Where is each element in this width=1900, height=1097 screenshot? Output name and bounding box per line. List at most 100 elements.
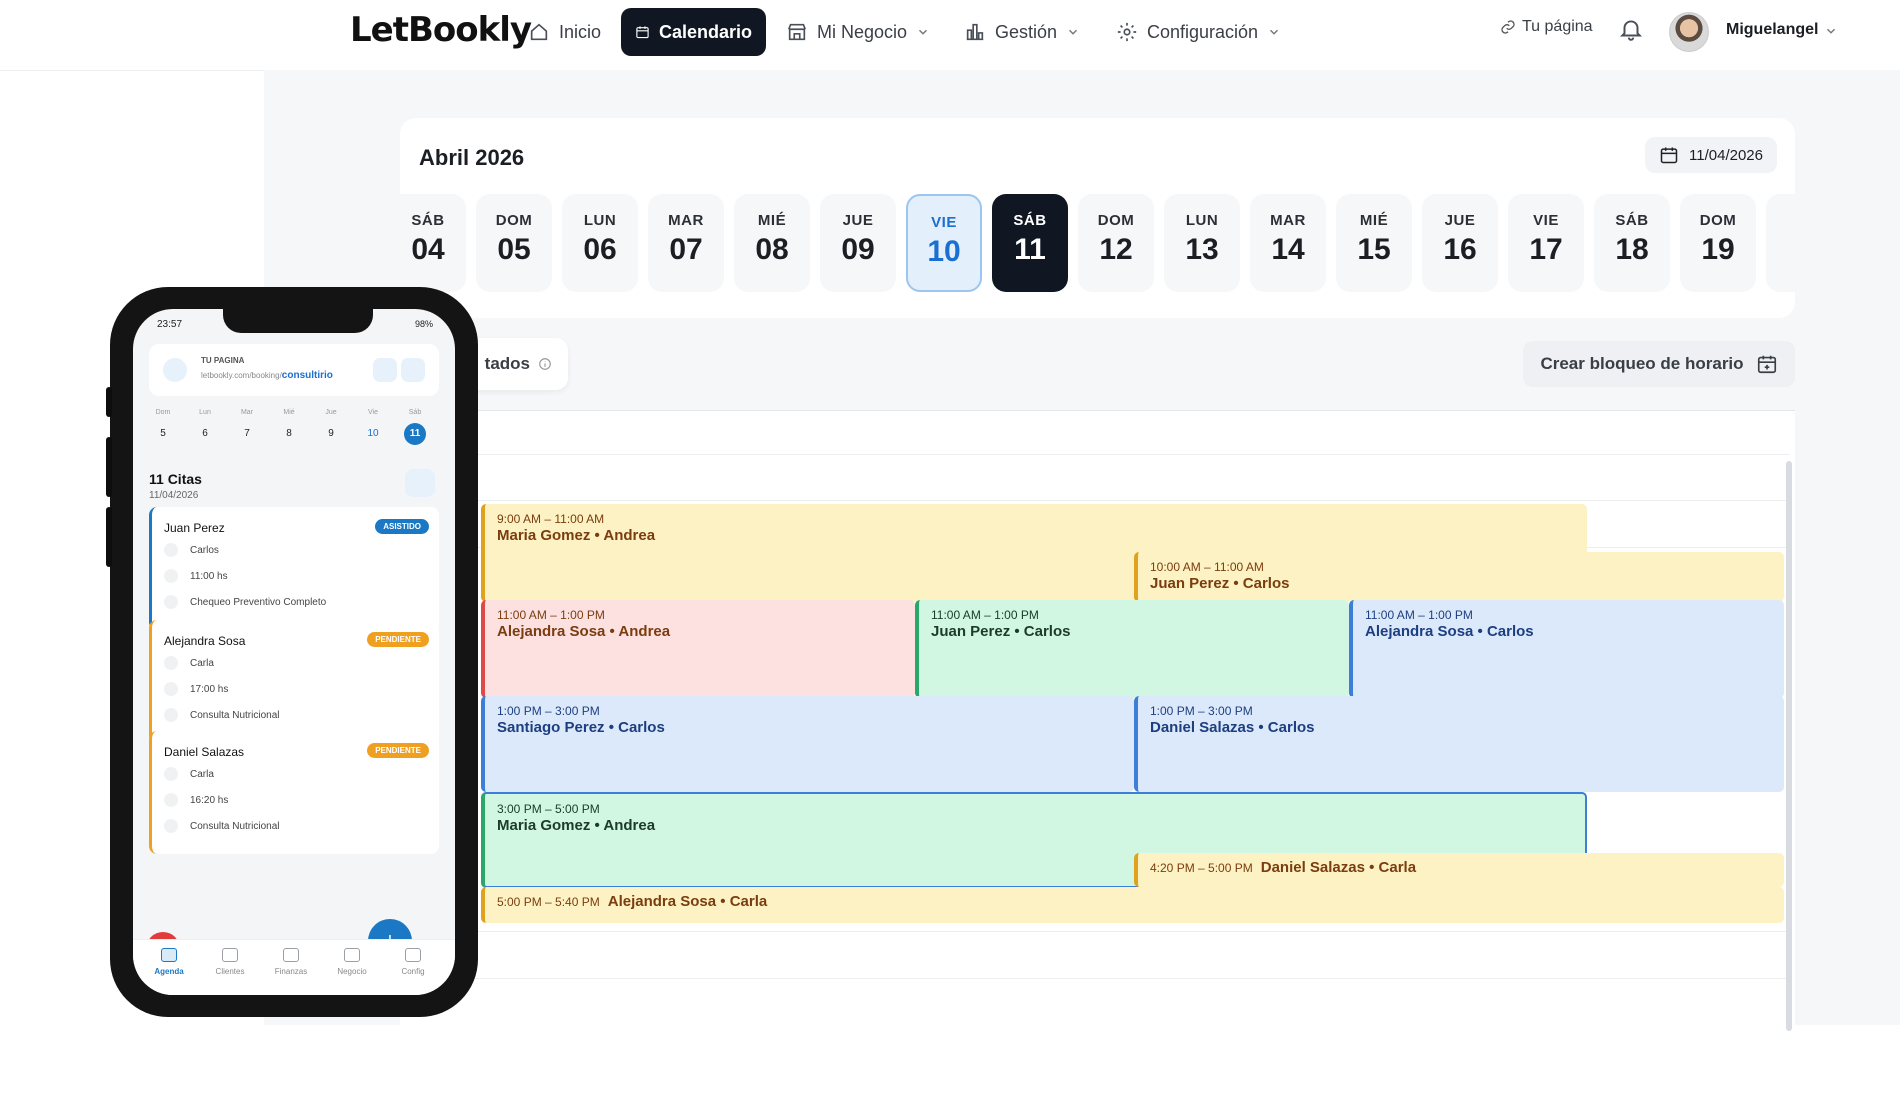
tab-finanzas[interactable]: Finanzas [261,948,321,976]
day-number: 06 [583,233,617,266]
event-time: 1:00 PM – 3:00 PM [1150,704,1253,718]
nav-gestion[interactable]: Gestión [950,8,1094,56]
selected-date: 11/04/2026 [1689,146,1763,164]
event-time: 11:00 AM – 1:00 PM [497,608,605,622]
nav-mi-negocio[interactable]: Mi Negocio [772,8,944,56]
phone-day-number: 5 [160,428,166,439]
tab-label: Finanzas [274,967,308,976]
person-icon [164,543,178,557]
phone-day-10[interactable]: Vie 10 [353,409,393,445]
chevron-down-icon [1270,29,1279,35]
phone-notch [223,309,373,333]
event-title: Maria Gomez • Andrea [497,527,656,544]
top-navigation: LetBookly Inicio Calendario Mi Negocio G… [0,0,1900,71]
day-name: LUN [583,212,617,229]
day-name: MIÉ [1359,212,1389,229]
bell-icon[interactable] [1618,16,1644,42]
status-badge: PENDIENTE [367,632,429,647]
phone-day-6[interactable]: Lun 6 [185,409,225,445]
scissors-icon [164,708,178,722]
citas-date: 11/04/2026 [149,490,199,501]
nav-calendario[interactable]: Calendario [621,8,766,56]
share-icon[interactable] [401,358,425,382]
date-picker-button[interactable]: 11/04/2026 [1645,137,1777,173]
tab-config[interactable]: Config [383,948,443,976]
tu-pagina-card[interactable]: TU PAGINA letbookly.com/booking/consulti… [149,344,439,396]
chevron-down-icon[interactable] [1824,24,1838,38]
crear-bloqueo-label: Crear bloqueo de horario [1540,354,1744,373]
day-number: 17 [1529,233,1563,266]
event-title: Daniel Salazas • Carlos [1150,719,1315,736]
filter-icon[interactable] [405,469,435,497]
calendar-event[interactable]: 10:00 AM – 11:00 AM Juan Perez • Carlos [1134,552,1784,602]
user-name[interactable]: Miguelangel [1726,21,1818,39]
phone-day-11[interactable]: Sáb 11 [395,409,435,445]
filter-label: tados [484,354,530,373]
time-row: 16:20 hs [164,793,228,807]
day-cell-12[interactable]: DOM 12 [1078,194,1154,292]
appointment-card[interactable]: Alejandra Sosa PENDIENTE Carla 17:00 hs … [149,620,439,743]
calendar-icon [1660,147,1678,164]
phone-day-number: 7 [244,428,250,439]
day-cell-05[interactable]: DOM 05 [476,194,552,292]
tab-negocio[interactable]: Negocio [322,948,382,976]
clock-icon [164,569,178,583]
phone-day-8[interactable]: Mié 8 [269,409,309,445]
day-cell-17[interactable]: VIE 17 [1508,194,1584,292]
day-cell-2[interactable]: L 2 [1766,194,1795,292]
phone-day-9[interactable]: Jue 9 [311,409,351,445]
day-cell-19[interactable]: DOM 19 [1680,194,1756,292]
day-cell-06[interactable]: LUN 06 [562,194,638,292]
scrollbar[interactable] [1786,461,1792,1031]
day-number: 15 [1357,233,1391,266]
calendar-event[interactable]: 5:00 PM – 5:40 PM Alejandra Sosa • Carla [481,887,1784,923]
calendar-icon [636,26,649,39]
calendar-event[interactable]: 11:00 AM – 1:00 PM Alejandra Sosa • Carl… [1349,600,1784,698]
day-cell-14[interactable]: MAR 14 [1250,194,1326,292]
tu-pagina-label: Tu página [1522,18,1593,35]
copy-icon[interactable] [373,358,397,382]
day-cell-18[interactable]: SÁB 18 [1594,194,1670,292]
phone-day-number: 9 [328,428,334,439]
day-cell-15[interactable]: MIÉ 15 [1336,194,1412,292]
day-cell-07[interactable]: MAR 07 [648,194,724,292]
day-name: SÁB [1013,212,1047,229]
day-cell-11[interactable]: SÁB 11 [992,194,1068,292]
day-cell-04[interactable]: SÁB 04 [400,194,466,292]
calendar-event[interactable]: 11:00 AM – 1:00 PM Juan Perez • Carlos [915,600,1349,698]
tu-pagina-link[interactable]: Tu página [1500,18,1593,36]
clock-icon [164,682,178,696]
day-name: MAR [1270,212,1306,229]
crear-bloqueo-button[interactable]: Crear bloqueo de horario [1523,341,1795,387]
appointment-card[interactable]: Juan Perez ASISTIDO Carlos 11:00 hs Cheq… [149,507,439,630]
avatar[interactable] [1669,12,1709,52]
tab-agenda[interactable]: Agenda [139,948,199,976]
person-icon [164,767,178,781]
day-cell-13[interactable]: LUN 13 [1164,194,1240,292]
calendar-event[interactable]: 1:00 PM – 3:00 PM Santiago Perez • Carlo… [481,696,1134,792]
calendar-event[interactable]: 11:00 AM – 1:00 PM Alejandra Sosa • Andr… [481,600,915,698]
nav-gestion-label: Gestión [995,21,1058,42]
nav-inicio[interactable]: Inicio [514,8,615,56]
day-cell-08[interactable]: MIÉ 08 [734,194,810,292]
day-cell-10[interactable]: VIE 10 [906,194,982,292]
day-name: DOM [1097,212,1135,229]
calendar-event[interactable]: 1:00 PM – 3:00 PM Daniel Salazas • Carlo… [1134,696,1784,792]
brand-logo[interactable]: LetBookly [350,10,532,50]
tab-clientes[interactable]: Clientes [200,948,260,976]
nav-configuracion[interactable]: Configuración [1102,8,1295,56]
phone-day-5[interactable]: Dom 5 [143,409,183,445]
event-title: Daniel Salazas • Carla [1260,859,1417,876]
hour-line [400,931,1790,932]
booking-url[interactable]: letbookly.com/booking/consultirio [201,370,333,381]
phone-day-7[interactable]: Mar 7 [227,409,267,445]
phone-mockup: 23:57 98% TU PAGINA letbookly.com/bookin… [106,287,478,1017]
day-cell-09[interactable]: JUE 09 [820,194,896,292]
day-cell-16[interactable]: JUE 16 [1422,194,1498,292]
service-row: Consulta Nutricional [164,708,280,722]
day-name: JUE [842,212,874,229]
chevron-down-icon [919,29,928,35]
appointment-card[interactable]: Daniel Salazas PENDIENTE Carla 16:20 hs … [149,731,439,854]
time-row: 11:00 hs [164,569,228,583]
calendar-event[interactable]: 4:20 PM – 5:00 PM Daniel Salazas • Carla [1134,853,1784,887]
